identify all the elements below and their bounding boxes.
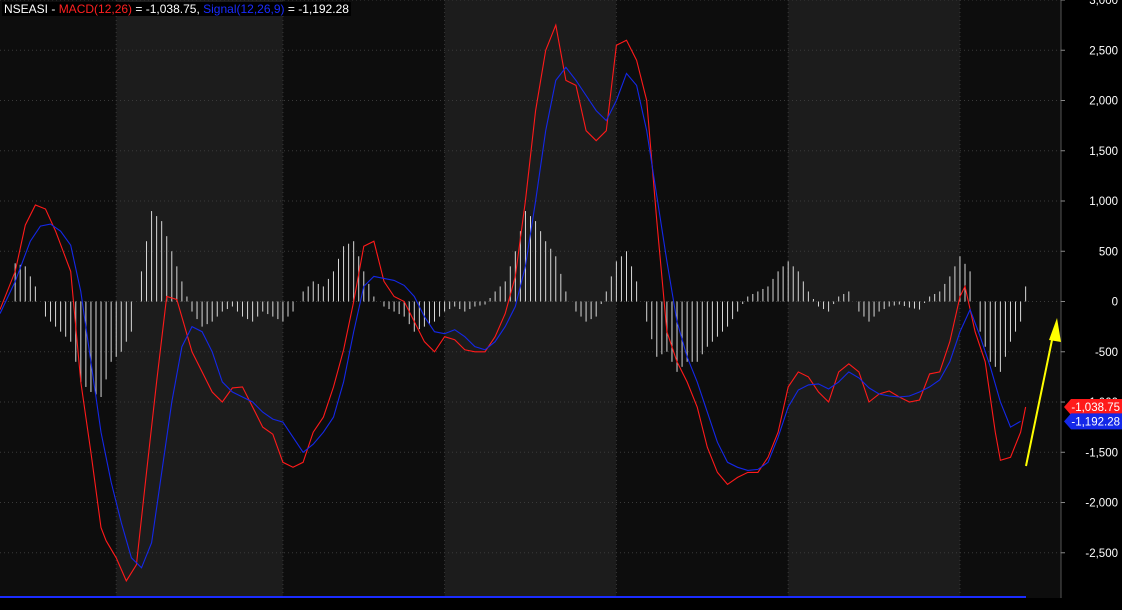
y-tick-label: -500 xyxy=(1095,347,1118,359)
value-tags: -1,038.75 -1,192.28 xyxy=(1064,399,1122,430)
chart-title-bar: NSEASI - MACD(12,26) = -1,038.75, Signal… xyxy=(2,2,351,16)
macd-value-tag-text: -1,038.75 xyxy=(1071,402,1120,414)
y-tick-label: 0 xyxy=(1112,297,1118,309)
y-tick-label: 1,500 xyxy=(1089,146,1118,158)
time-band xyxy=(788,0,960,598)
signal-value-tag: -1,192.28 xyxy=(1064,413,1122,430)
y-tick-label: 3,000 xyxy=(1089,0,1118,7)
macd-legend-value: -1,038.75 xyxy=(145,2,197,16)
y-tick-label: -1,500 xyxy=(1085,447,1118,459)
macd-chart[interactable]: 3,0002,5002,0001,5001,0005000-500-1,000-… xyxy=(0,0,1122,610)
signal-value-tag-text: -1,192.28 xyxy=(1071,416,1120,428)
signal-legend-value: -1,192.28 xyxy=(298,2,349,16)
y-tick-label: -2,500 xyxy=(1085,548,1118,560)
time-band xyxy=(616,0,789,598)
macd-legend-label: MACD(12,26) xyxy=(58,2,133,16)
y-tick-label: 1,000 xyxy=(1089,196,1118,208)
y-tick-label: -2,000 xyxy=(1085,498,1118,510)
ticker-symbol: NSEASI xyxy=(4,2,49,16)
signal-legend-label: Signal(12,26,9) xyxy=(203,2,285,16)
title-separator: - xyxy=(48,2,59,16)
time-band xyxy=(959,0,1061,598)
y-tick-label: 2,000 xyxy=(1089,96,1118,108)
y-tick-label: 2,500 xyxy=(1089,45,1118,57)
y-tick-label: 500 xyxy=(1099,246,1118,258)
macd-value-tag: -1,038.75 xyxy=(1064,399,1122,416)
